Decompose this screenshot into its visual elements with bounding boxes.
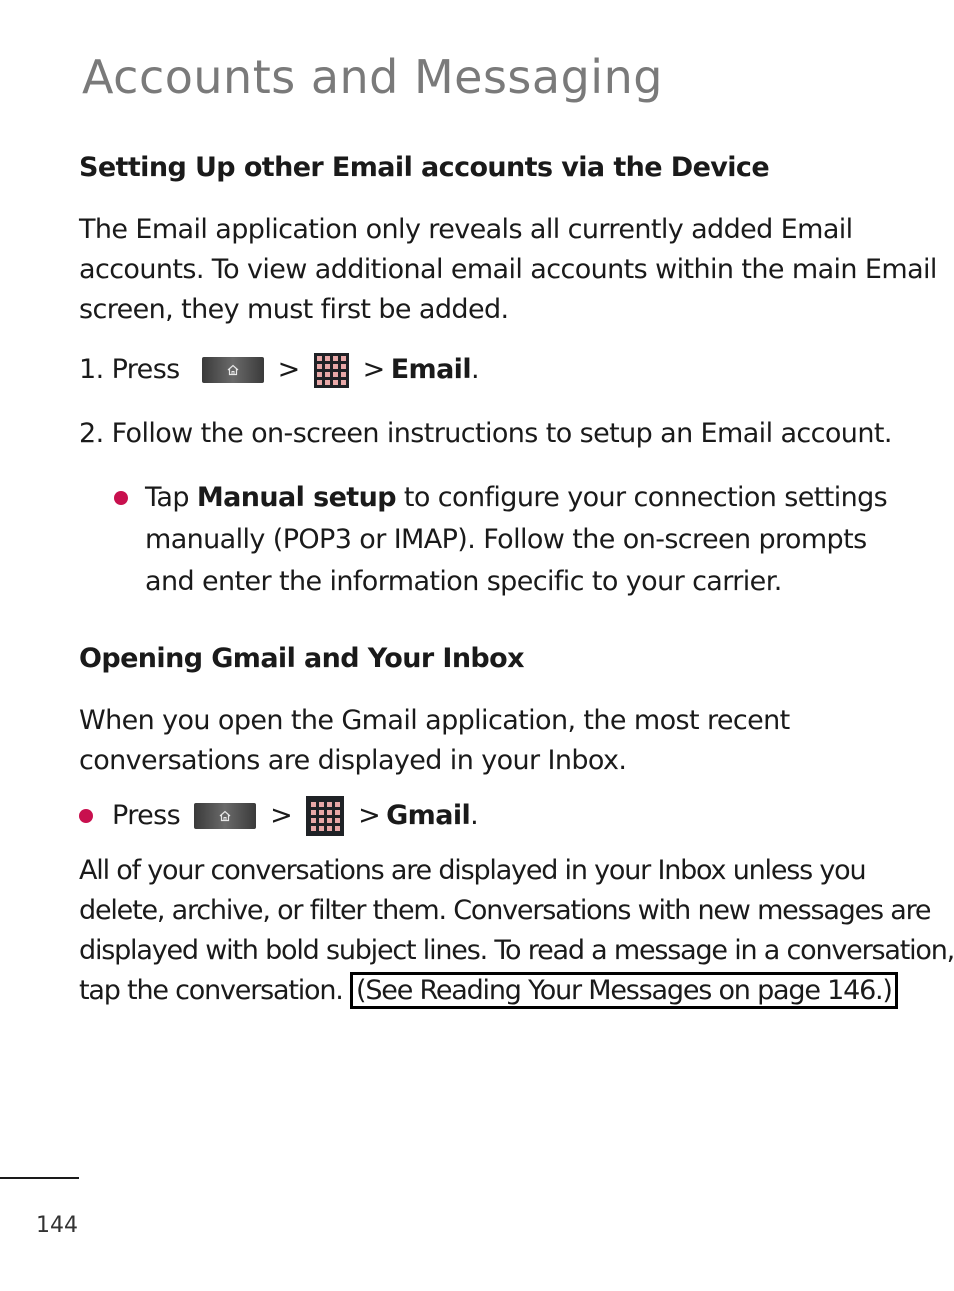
home-icon <box>194 803 257 829</box>
bullet-icon <box>79 809 93 823</box>
step-number: 1. <box>79 354 104 385</box>
step-text: Follow the on-screen instructions to set… <box>111 418 893 449</box>
apps-grid-icon <box>306 796 345 836</box>
page-title: Accounts and Messaging <box>82 50 663 104</box>
gmail-intro-paragraph: When you open the Gmail application, the… <box>79 701 899 781</box>
gmail-step: Press > > Gmail. <box>79 796 479 836</box>
text-line: All of your conversations are displayed … <box>79 855 867 886</box>
separator: > <box>270 800 293 831</box>
apps-grid-icon <box>313 352 349 388</box>
text-line: delete, archive, or filter them. Convers… <box>79 895 932 926</box>
period: . <box>471 354 480 385</box>
footer-rule <box>0 1177 79 1179</box>
step-1: 1. Press > > Email. <box>79 350 480 390</box>
text-line: screen, they must first be added. <box>79 294 509 325</box>
step-number: 2. <box>79 418 104 449</box>
separator: > <box>358 800 381 831</box>
text-line: manually (POP3 or IMAP). Follow the on-s… <box>145 524 867 555</box>
text-line: tap the conversation. (See Reading Your … <box>79 971 899 1011</box>
text-line: Tap Manual setup to configure your conne… <box>145 482 888 513</box>
text-line: conversations are displayed in your Inbo… <box>79 745 627 776</box>
home-icon <box>201 357 264 383</box>
text-line: When you open the Gmail application, the… <box>79 705 790 736</box>
section-heading-email-setup: Setting Up other Email accounts via the … <box>79 152 770 183</box>
press-label: Press <box>111 354 181 385</box>
gmail-target-label: Gmail <box>386 800 471 831</box>
text-line: and enter the information specific to yo… <box>145 566 782 597</box>
press-label: Press <box>112 800 181 831</box>
page-number: 144 <box>36 1213 78 1238</box>
bullet-manual-setup: Tap Manual setup to configure your conne… <box>114 477 888 603</box>
text-line: The Email application only reveals all c… <box>79 214 853 245</box>
manual-setup-label: Manual setup <box>196 482 397 513</box>
text-line: accounts. To view additional email accou… <box>79 254 937 285</box>
separator: > <box>362 354 386 385</box>
step-2: 2. Follow the on-screen instructions to … <box>79 414 892 454</box>
cross-reference-link[interactable]: (See Reading Your Messages on page 146.) <box>350 972 898 1009</box>
period: . <box>470 800 479 831</box>
email-target-label: Email <box>390 354 472 385</box>
email-intro-paragraph: The Email application only reveals all c… <box>79 210 937 330</box>
gmail-body-paragraph: All of your conversations are displayed … <box>79 851 954 1011</box>
section-heading-gmail: Opening Gmail and Your Inbox <box>79 643 525 674</box>
text-line: displayed with bold subject lines. To re… <box>79 935 954 966</box>
separator: > <box>277 354 301 385</box>
bullet-icon <box>114 491 128 505</box>
